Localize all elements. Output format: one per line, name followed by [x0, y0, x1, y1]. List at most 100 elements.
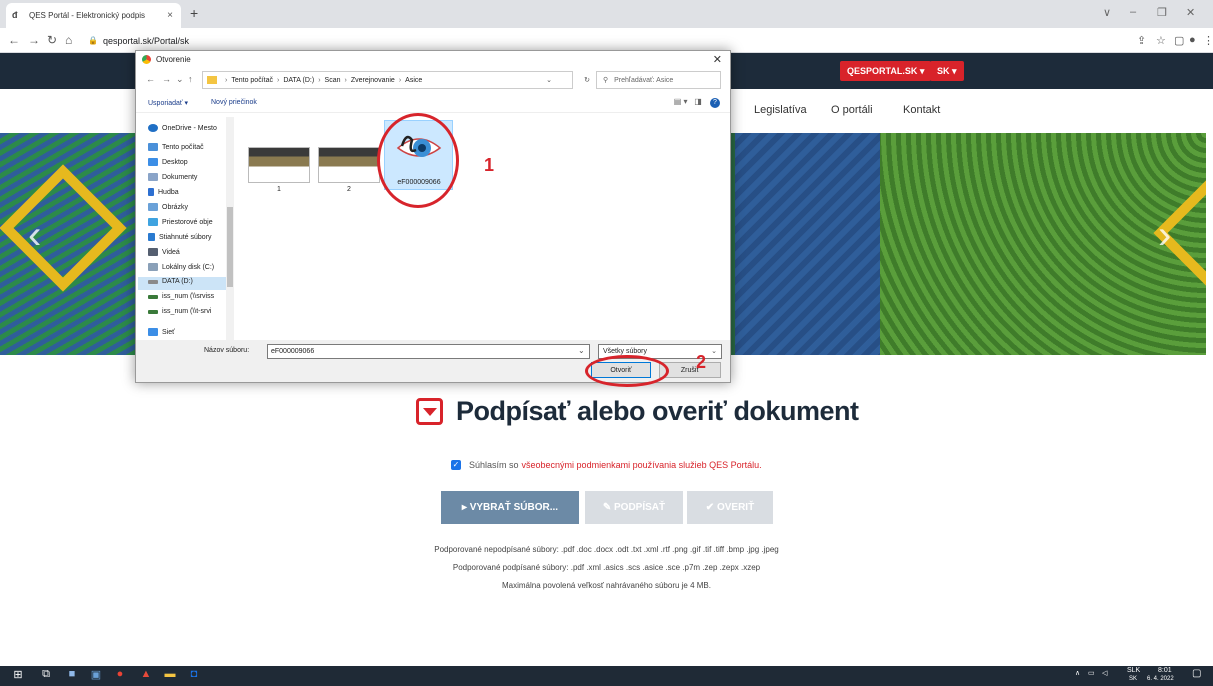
menu-icon[interactable]: ⋮ — [1203, 34, 1213, 47]
pdf-app-icon[interactable]: ▲ — [138, 668, 154, 680]
dialog-breadcrumb[interactable]: › Tento počítač › DATA (D:) › Scan › Zve… — [202, 71, 590, 89]
lang-indicator[interactable]: SLK — [1127, 667, 1140, 674]
dlg-recent-icon[interactable]: ⌄ — [176, 74, 184, 85]
sidepanel-icon[interactable]: ▢ — [1174, 34, 1184, 47]
url-field[interactable]: 🔒 qesportal.sk/Portal/sk — [88, 31, 1108, 50]
tab-close-icon[interactable]: × — [163, 10, 177, 21]
crumb-3[interactable]: Zverejnovanie — [351, 77, 395, 84]
restore-icon[interactable]: ❐ — [1157, 6, 1167, 19]
carousel-prev-icon[interactable]: ‹ — [28, 213, 41, 258]
nav-network-drive-1[interactable]: iss_num (\\srviss — [148, 293, 214, 300]
dialog-address-row: ← → ⌄ ↑ › Tento počítač › DATA (D:) › Sc… — [136, 68, 730, 92]
file-item-1[interactable]: 1 — [244, 147, 314, 193]
home-icon[interactable]: ⌂ — [65, 33, 72, 47]
folder-icon — [207, 76, 217, 84]
clock-time[interactable]: 8:01 — [1158, 667, 1172, 674]
file-name-dropdown-icon[interactable]: ⌄ — [578, 346, 585, 355]
nav-this-pc[interactable]: Tento počítač — [148, 143, 204, 151]
view-mode-icon[interactable]: ▤ ▾ — [674, 97, 688, 106]
nav-3d-objects[interactable]: Priestorové obje — [148, 218, 213, 226]
nav-network-drive-2[interactable]: iss_num (\\t-srvi — [148, 308, 211, 315]
nav-videos[interactable]: Videá — [148, 248, 180, 256]
crumb-4[interactable]: Asice — [405, 77, 422, 84]
sign-button[interactable]: ✎ PODPÍSAŤ — [585, 491, 683, 524]
crumb-2[interactable]: Scan — [325, 77, 341, 84]
nav-music[interactable]: Hudba — [148, 188, 179, 196]
terms-link[interactable]: všeobecnými podmienkami používania služi… — [522, 460, 762, 470]
nav-scrollbar[interactable] — [226, 117, 234, 340]
nav-desktop[interactable]: Desktop — [148, 158, 188, 166]
nav-downloads[interactable]: Stiahnuté súbory — [148, 233, 212, 241]
chrome-icon[interactable]: ● — [112, 668, 128, 680]
lang-indicator-2: SK — [1129, 676, 1138, 682]
dlg-up-icon[interactable]: ↑ — [188, 74, 193, 84]
network-icon[interactable]: ▭ — [1088, 669, 1095, 677]
dlg-back-icon[interactable]: ← — [146, 74, 155, 84]
path-refresh-icon[interactable]: ↻ — [584, 76, 590, 84]
tray-chevron-icon[interactable]: ∧ — [1075, 669, 1080, 677]
minimize-icon[interactable]: – — [1130, 6, 1136, 18]
crumb-1[interactable]: DATA (D:) — [283, 77, 314, 84]
documents-icon — [148, 173, 158, 181]
annotation-circle-1 — [377, 113, 459, 208]
explorer-icon[interactable]: ▬ — [162, 668, 178, 680]
nav-pictures[interactable]: Obrázky — [148, 203, 188, 211]
dialog-search-input[interactable]: ⚲ Prehľadávať: Asice — [596, 71, 721, 89]
nav-network[interactable]: Sieť — [148, 328, 175, 336]
reload-icon[interactable]: ↻ — [47, 33, 57, 47]
notifications-icon[interactable]: ▢ — [1192, 668, 1201, 679]
carousel-next-icon[interactable]: › — [1158, 213, 1171, 258]
file-item-2[interactable]: 2 — [314, 147, 384, 193]
app-icon-1[interactable]: ■ — [64, 668, 80, 680]
nav-network-drive-1-label: iss_num (\\srviss — [162, 293, 215, 300]
url-text: qesportal.sk/Portal/sk — [102, 35, 190, 46]
desktop-icon — [148, 158, 158, 166]
tab-title: QES Portál - Elektronický podpis — [29, 11, 146, 20]
path-dropdown-icon[interactable]: ⌄ — [546, 76, 552, 84]
back-icon[interactable]: ← — [8, 33, 20, 47]
choose-file-button[interactable]: ▸ VYBRAŤ SÚBOR... — [441, 491, 579, 524]
start-icon[interactable]: ⊞ — [10, 668, 26, 681]
file-type-value: Všetky súbory — [603, 348, 647, 355]
network-drive-icon — [148, 294, 158, 299]
forward-icon[interactable]: → — [28, 33, 40, 47]
terms-checkbox[interactable]: ✓ — [451, 460, 461, 470]
screen: đ QES Portál - Elektronický podpis × + ∨… — [0, 0, 1213, 686]
share-icon[interactable]: ⇪ — [1137, 34, 1146, 47]
site-favicon-icon: đ — [12, 9, 18, 20]
help-icon[interactable]: ? — [710, 98, 720, 108]
language-dropdown[interactable]: SK ▾ — [930, 61, 964, 81]
scrollbar-thumb[interactable] — [227, 207, 233, 287]
nav-onedrive-label: OneDrive - Mesto — [162, 124, 217, 132]
profile-icon[interactable]: ● — [1189, 34, 1196, 46]
new-tab-button[interactable]: + — [190, 5, 198, 21]
organize-button[interactable]: Usporiadať ▾ — [148, 99, 188, 107]
volume-icon[interactable]: ◁ — [1102, 669, 1107, 677]
supported-unsigned: Podporované nepodpísané súbory: .pdf .do… — [434, 545, 779, 554]
save-app-icon[interactable]: ▣ — [88, 668, 104, 681]
tab-search-icon[interactable]: ∨ — [1103, 6, 1111, 19]
nav-legislativa[interactable]: Legislatíva — [754, 104, 807, 116]
dialog-title: Otvorenie — [156, 55, 191, 64]
dialog-close-button[interactable]: ✕ — [713, 53, 722, 66]
file-type-dropdown-icon: ⌄ — [711, 348, 717, 355]
crumb-0[interactable]: Tento počítač — [231, 77, 273, 84]
verify-button[interactable]: ✔ OVERIŤ — [687, 491, 773, 524]
annotation-circle-2 — [585, 355, 669, 387]
browser-tab[interactable]: đ QES Portál - Elektronický podpis × — [6, 3, 181, 28]
task-view-icon[interactable]: ⧉ — [38, 668, 54, 681]
window-close-icon[interactable]: ✕ — [1186, 6, 1195, 19]
qesportal-dropdown[interactable]: QESPORTAL.SK ▾ — [840, 61, 932, 81]
nav-data-drive[interactable]: DATA (D:) — [148, 278, 193, 285]
nav-documents[interactable]: Dokumenty — [148, 173, 197, 181]
bookmark-star-icon[interactable]: ☆ — [1156, 34, 1166, 47]
nav-onedrive[interactable]: OneDrive - Mesto — [148, 124, 217, 132]
preview-pane-icon[interactable]: ◨ — [694, 97, 702, 106]
outlook-icon[interactable]: ◘ — [186, 668, 202, 680]
file-name-input[interactable]: eF000009066 — [267, 344, 590, 359]
nav-local-disk[interactable]: Lokálny disk (C:) — [148, 263, 214, 271]
dlg-forward-icon[interactable]: → — [162, 74, 171, 84]
new-folder-button[interactable]: Nový priečinok — [211, 99, 257, 106]
nav-kontakt[interactable]: Kontakt — [903, 104, 940, 116]
nav-o-portali[interactable]: O portáli — [831, 104, 873, 116]
